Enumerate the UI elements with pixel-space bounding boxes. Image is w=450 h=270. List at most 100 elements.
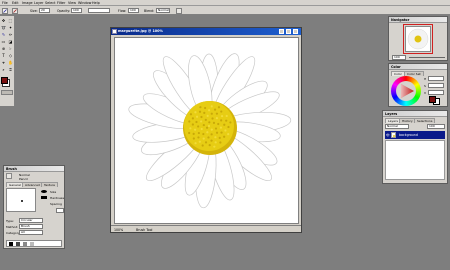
- daisy-floret: [201, 144, 204, 147]
- tab-advanced[interactable]: Advanced: [22, 182, 43, 187]
- zoom-readout: 100%: [114, 227, 124, 232]
- brush-title: Brush: [6, 166, 17, 171]
- menu-select[interactable]: Select: [45, 1, 55, 5]
- hue-field[interactable]: [428, 76, 444, 81]
- color-triangle[interactable]: [391, 76, 421, 106]
- options-bar: Size: 20 Opacity: 100 Flow: 100 Blend: N…: [0, 6, 450, 15]
- daisy-floret: [217, 122, 220, 126]
- marquee-tool-icon[interactable]: ⬚: [8, 18, 13, 23]
- airbrush-toggle[interactable]: [176, 7, 182, 14]
- layers-title: Layers: [385, 111, 398, 116]
- daisy-floret: [189, 127, 192, 130]
- navigator-zoom-field[interactable]: 100: [392, 55, 406, 60]
- clone-tool-icon[interactable]: ⊕: [1, 46, 6, 51]
- pencil-tool-icon[interactable]: ✏: [8, 32, 13, 37]
- menu-layer[interactable]: Layer: [34, 1, 43, 5]
- daisy-floret: [213, 108, 217, 111]
- brush-picker-button[interactable]: [12, 7, 18, 14]
- layer-thumbnail: [391, 132, 396, 138]
- daisy-floret: [204, 118, 207, 121]
- brush-preset-icon[interactable]: [6, 173, 12, 179]
- blend-field[interactable]: Normal: [156, 8, 170, 13]
- daisy-floret: [200, 127, 203, 131]
- layer-row[interactable]: 👁 background: [385, 131, 445, 139]
- close-button[interactable]: [293, 29, 298, 34]
- layer-opacity-field[interactable]: 100: [427, 124, 445, 129]
- menu-edit[interactable]: Edit: [12, 1, 19, 5]
- brush-shape-square-icon[interactable]: [41, 196, 47, 199]
- daisy-floret: [188, 131, 191, 135]
- foreground-color-swatch[interactable]: [1, 77, 8, 84]
- brush-spacing-label: Spacing: [50, 202, 62, 206]
- maximize-button[interactable]: [286, 29, 291, 34]
- brush-category-select[interactable]: All: [19, 230, 43, 235]
- color-panel: Color Color Color Set H S V: [388, 63, 448, 107]
- color-wheel[interactable]: [391, 76, 421, 106]
- status-tool: Brush Tool: [136, 227, 153, 232]
- eyedropper-tool-icon[interactable]: ⌖: [1, 60, 6, 65]
- brush-hardness-label: Hardness: [50, 196, 65, 200]
- brush-type-select[interactable]: Circular: [19, 218, 43, 223]
- hand-tool-icon[interactable]: ✋: [8, 60, 13, 65]
- brush-opt-pencil[interactable]: Pencil: [19, 177, 28, 181]
- daisy-floret: [225, 114, 228, 118]
- brush-titlebar[interactable]: Brush: [4, 166, 64, 172]
- brush-tool-icon[interactable]: ✎: [1, 32, 6, 37]
- tool-preset-button[interactable]: [2, 7, 8, 14]
- layer-blend-select[interactable]: Normal: [385, 124, 409, 129]
- brush-presets-strip[interactable]: [6, 240, 62, 247]
- navigator-titlebar[interactable]: Navigator: [389, 17, 447, 23]
- menu-file[interactable]: File: [2, 1, 8, 5]
- tab-texture[interactable]: Texture: [41, 182, 58, 187]
- brush-angle-field[interactable]: [56, 208, 64, 213]
- daisy-floret: [220, 131, 223, 134]
- menu-window[interactable]: Window: [78, 1, 91, 5]
- smudge-tool-icon[interactable]: ☞: [8, 46, 13, 51]
- layer-visibility-icon[interactable]: 👁: [386, 133, 390, 137]
- zoom-tool-icon[interactable]: ⌕: [1, 67, 6, 72]
- layers-titlebar[interactable]: Layers: [383, 111, 447, 117]
- value-field[interactable]: [428, 90, 444, 95]
- brush-type-label: Type:: [6, 219, 14, 223]
- mode-field[interactable]: [88, 8, 110, 13]
- daisy-floret: [202, 137, 205, 140]
- flow-field[interactable]: 100: [128, 8, 139, 13]
- navigator-view-box[interactable]: [403, 24, 433, 54]
- fill-tool-icon[interactable]: ◪: [8, 39, 13, 44]
- crop-tool-icon[interactable]: ⌗: [8, 67, 13, 72]
- daisy-floret: [207, 124, 211, 128]
- saturation-field[interactable]: [428, 83, 444, 88]
- daisy-floret: [211, 117, 214, 120]
- brush-method-select[interactable]: Brush: [19, 224, 43, 229]
- toolbox: ✥ ⬚ ➰ ✦ ✎ ✏ ▭ ◪ ⊕ ☞ T ◇ ⌖ ✋ ⌕ ⌗: [0, 16, 15, 106]
- brush-panel: Brush Normal Pencil General Advanced Tex…: [3, 165, 65, 249]
- wand-tool-icon[interactable]: ✦: [8, 25, 13, 30]
- navigator-zoom-slider[interactable]: [409, 57, 445, 58]
- flow-label: Flow:: [118, 8, 127, 13]
- tab-selections[interactable]: Selections: [414, 118, 436, 123]
- daisy-floret: [214, 127, 218, 130]
- menu-help[interactable]: Help: [92, 1, 100, 5]
- daisy-floret: [192, 137, 195, 140]
- minimize-button[interactable]: [279, 29, 284, 34]
- shape-tool-icon[interactable]: ◇: [8, 53, 13, 58]
- color-titlebar[interactable]: Color: [389, 64, 447, 70]
- size-field[interactable]: 20: [39, 8, 50, 13]
- panel-fg-swatch[interactable]: [429, 96, 436, 103]
- eraser-tool-icon[interactable]: ▭: [1, 39, 6, 44]
- lasso-tool-icon[interactable]: ➰: [1, 25, 6, 30]
- daisy-floret: [229, 121, 232, 124]
- daisy-floret: [194, 111, 197, 114]
- menu-view[interactable]: View: [68, 1, 76, 5]
- move-tool-icon[interactable]: ✥: [1, 18, 6, 23]
- navigator-panel: Navigator 100: [388, 16, 448, 61]
- menu-image[interactable]: Image: [22, 1, 33, 5]
- opacity-field[interactable]: 100: [71, 8, 82, 13]
- text-tool-icon[interactable]: T: [1, 53, 6, 58]
- image-canvas[interactable]: [114, 37, 299, 224]
- daisy-floret: [188, 120, 191, 123]
- daisy-floret: [208, 144, 211, 147]
- menu-filter[interactable]: Filter: [57, 1, 65, 5]
- brush-shape-round-icon[interactable]: [41, 190, 47, 193]
- screen-mode-button[interactable]: [1, 90, 13, 95]
